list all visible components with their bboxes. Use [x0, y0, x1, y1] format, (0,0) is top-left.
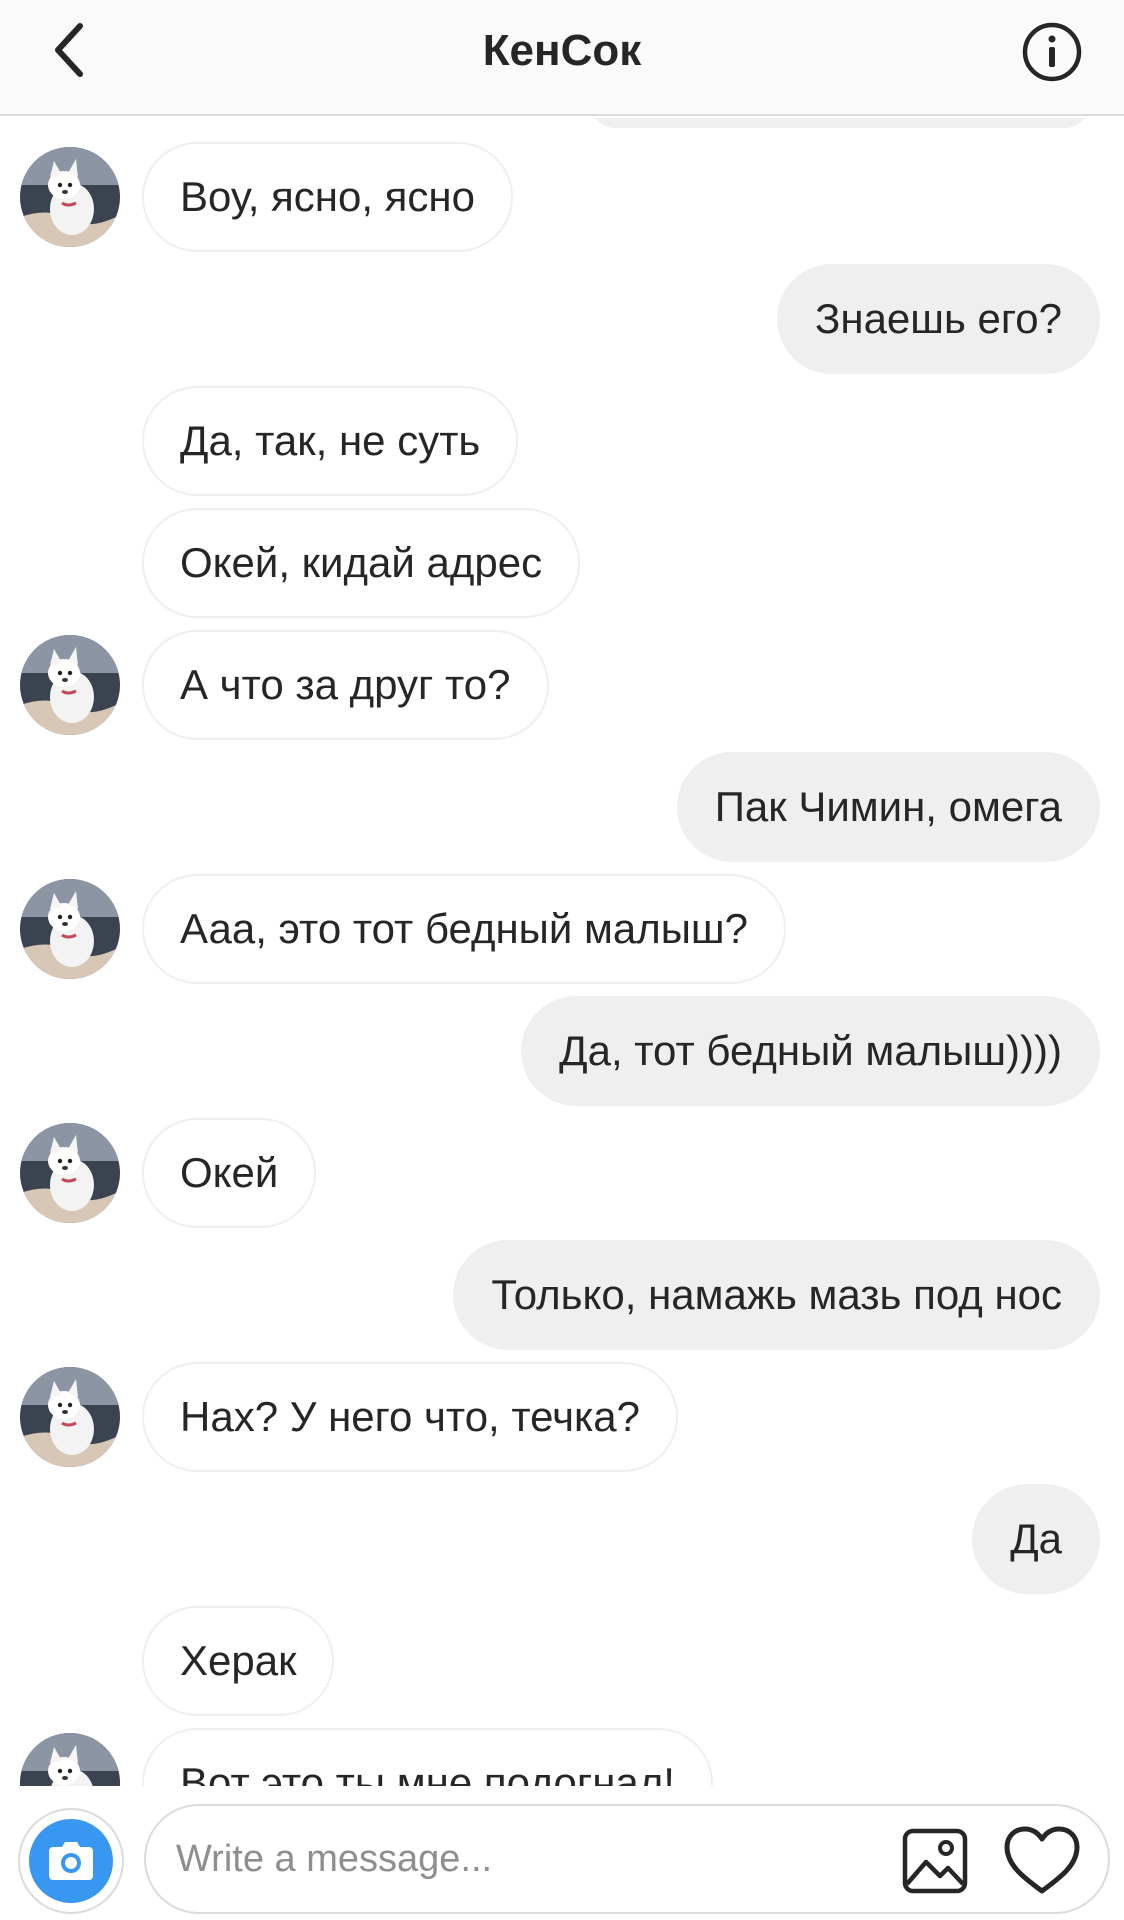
info-circle-icon [1022, 22, 1082, 82]
gallery-button[interactable] [900, 1826, 970, 1896]
chat-title[interactable]: КенСок [0, 26, 1124, 76]
message-text: Да [1010, 1515, 1062, 1562]
incoming-message-bubble[interactable]: Ааа, это тот бедный малыш? [142, 874, 786, 984]
outgoing-message-bubble[interactable]: Только, намажь мазь под нос [453, 1240, 1100, 1350]
incoming-message-bubble[interactable]: А что за друг то? [142, 630, 549, 740]
incoming-message-bubble[interactable]: Окей [142, 1118, 317, 1228]
message-text: Да, так, не суть [180, 417, 481, 464]
message-text: Пак Чимин, омега [714, 783, 1062, 830]
message-text: Знаешь его? [815, 295, 1062, 342]
message-text: Херак [180, 1637, 297, 1684]
image-gallery-icon [902, 1828, 968, 1894]
outgoing-message-bubble[interactable]: Да [972, 1484, 1100, 1594]
incoming-message-bubble[interactable]: Вот это ты мне подогнал! [142, 1728, 713, 1786]
message-text: Воу, ясно, ясно [180, 173, 475, 220]
partial-message-bubble [590, 118, 1090, 128]
camera-icon [49, 1842, 93, 1880]
message-text: Ааа, это тот бедный малыш? [180, 905, 748, 952]
outgoing-message-bubble[interactable]: Знаешь его? [777, 264, 1100, 374]
heart-button[interactable] [1002, 1822, 1082, 1898]
outgoing-message-bubble[interactable]: Да, тот бедный малыш)))) [521, 996, 1100, 1106]
incoming-message-bubble[interactable]: Нах? У него что, течка? [142, 1362, 679, 1472]
message-text: Да, тот бедный малыш)))) [559, 1027, 1062, 1074]
incoming-message-bubble[interactable]: Окей, кидай адрес [142, 508, 581, 618]
contact-avatar[interactable] [20, 1733, 120, 1786]
incoming-message-bubble[interactable]: Херак [142, 1606, 335, 1716]
incoming-message-bubble[interactable]: Да, так, не суть [142, 386, 519, 496]
contact-avatar[interactable] [20, 879, 120, 979]
contact-avatar[interactable] [20, 147, 120, 247]
contact-avatar[interactable] [20, 1367, 120, 1467]
info-button[interactable] [1020, 20, 1084, 84]
message-text: Окей [180, 1149, 279, 1196]
message-thread[interactable]: Воу, ясно, ясно Знаешь его? Да, так, не су… [0, 118, 1124, 1786]
outgoing-message-bubble[interactable]: Пак Чимин, омега [676, 752, 1100, 862]
message-text: Только, намажь мазь под нос [491, 1271, 1062, 1318]
message-input-box[interactable] [144, 1804, 1110, 1914]
incoming-message-bubble[interactable]: Воу, ясно, ясно [142, 142, 513, 252]
message-text: Нах? У него что, течка? [180, 1393, 641, 1440]
message-text: Окей, кидай адрес [180, 539, 543, 586]
message-input[interactable] [176, 1806, 876, 1912]
message-text: А что за друг то? [180, 661, 511, 708]
message-text: Вот это ты мне подогнал! [180, 1759, 675, 1786]
contact-avatar[interactable] [20, 635, 120, 735]
heart-icon [1004, 1826, 1080, 1894]
contact-avatar[interactable] [20, 1123, 120, 1223]
chat-header: КенСок [0, 0, 1124, 116]
camera-button[interactable] [18, 1808, 124, 1914]
message-composer [0, 1786, 1124, 1920]
